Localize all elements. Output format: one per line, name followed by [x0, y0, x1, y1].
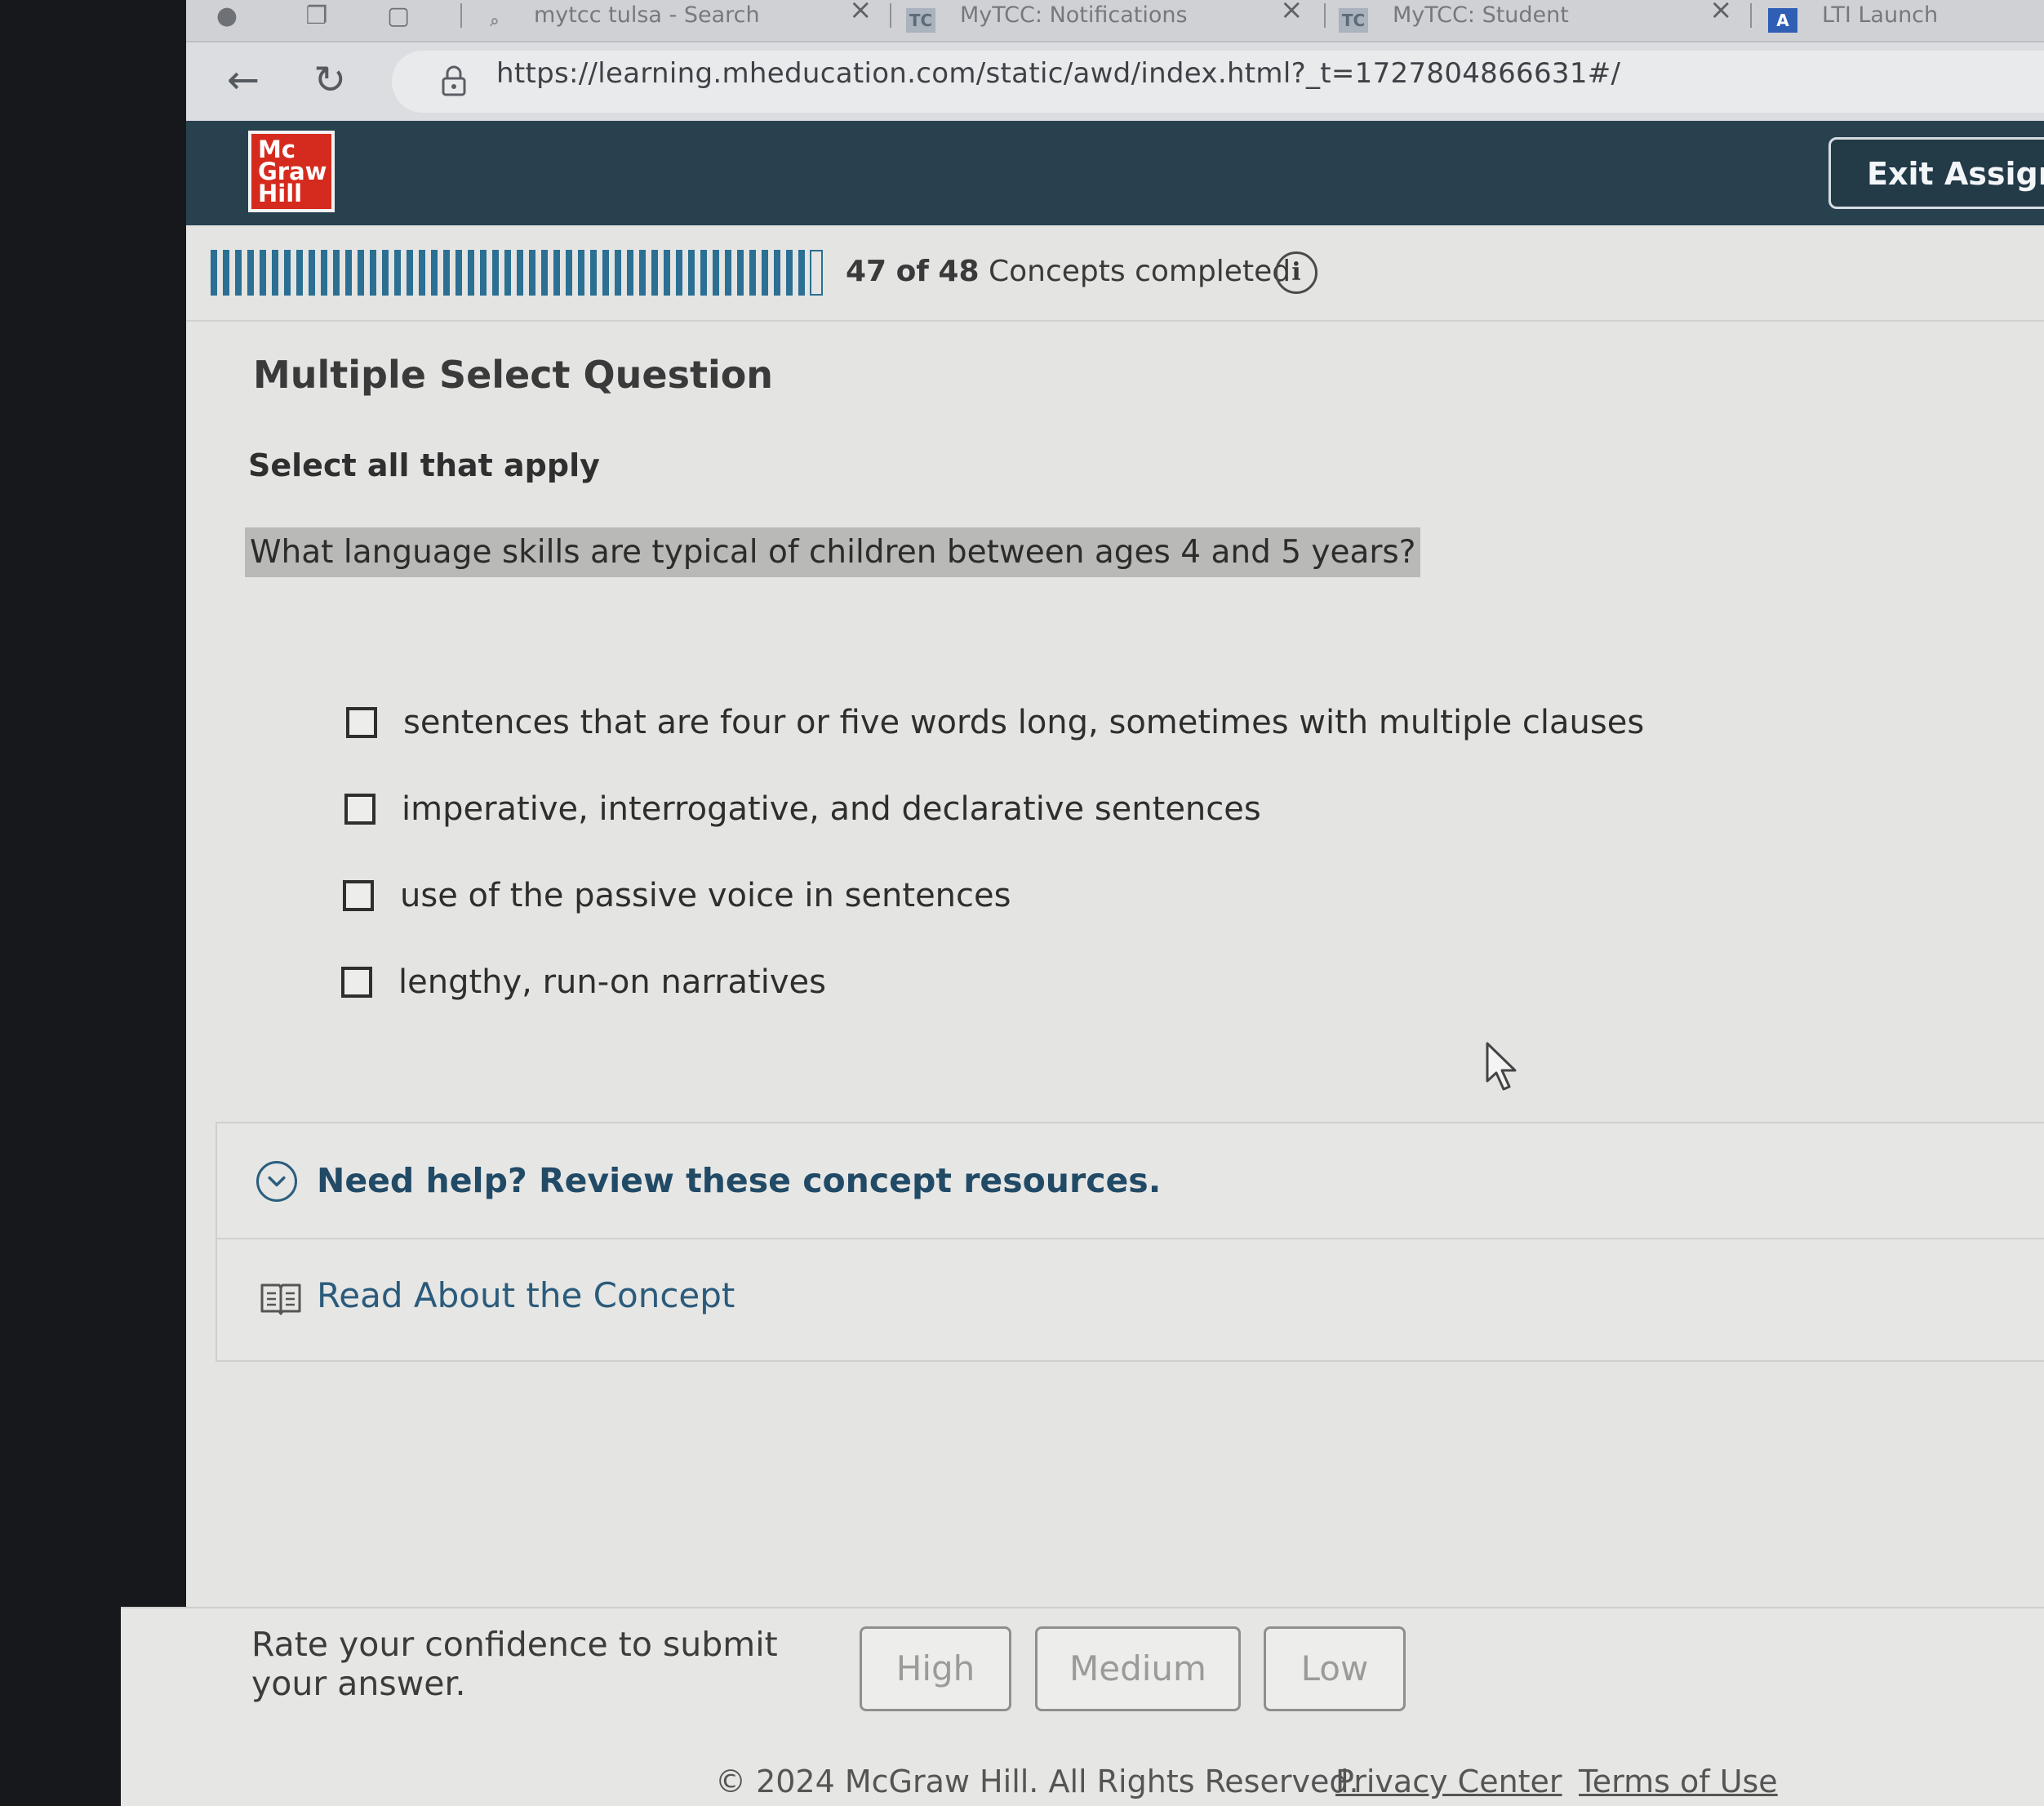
chevron-down-icon[interactable]	[256, 1161, 297, 1202]
mouse-cursor-icon	[1486, 1042, 1517, 1091]
tab-strip: ● ❐ ▢ ⌕ mytcc tulsa - Search × TC MyTCC:…	[186, 0, 2044, 42]
main-content: 47 of 48 Concepts completed i Multiple S…	[121, 225, 2044, 1806]
help-resources-panel: Need help? Review these concept resource…	[216, 1122, 2044, 1362]
app-header: Mc Graw Hill Exit Assignment	[186, 121, 2044, 225]
tab-separator	[460, 3, 462, 28]
answer-option[interactable]: sentences that are four or five words lo…	[346, 704, 1644, 741]
tcc-favicon-icon: TC	[1339, 8, 1368, 33]
option-checkbox[interactable]	[341, 967, 372, 998]
collections-icon[interactable]: ❐	[300, 2, 333, 31]
question-type-heading: Multiple Select Question	[253, 353, 774, 397]
option-checkbox[interactable]	[343, 880, 374, 911]
tab-title: MyTCC: Notifications	[960, 2, 1188, 28]
tab-title: MyTCC: Student	[1393, 2, 1569, 28]
option-label[interactable]: sentences that are four or five words lo…	[403, 704, 1644, 741]
search-icon: ⌕	[490, 11, 500, 30]
total-count: 48	[938, 255, 980, 288]
logo-line: Hill	[258, 180, 303, 207]
option-checkbox[interactable]	[346, 707, 377, 738]
option-label[interactable]: imperative, interrogative, and declarati…	[402, 790, 1261, 828]
lti-favicon-icon: A	[1768, 8, 1797, 33]
progress-remaining	[810, 250, 823, 296]
tab-lti-launch[interactable]: A LTI Launch	[1768, 0, 2044, 41]
info-icon[interactable]: i	[1275, 251, 1317, 294]
help-header[interactable]: Need help? Review these concept resource…	[217, 1123, 2044, 1239]
answer-option[interactable]: lengthy, run-on narratives	[341, 963, 826, 1001]
confidence-medium-button[interactable]: Medium	[1035, 1626, 1241, 1711]
close-icon[interactable]: ×	[849, 0, 873, 26]
read-about-concept-link[interactable]: Read About the Concept	[317, 1275, 735, 1315]
back-arrow-icon[interactable]: ←	[219, 56, 268, 105]
tab-title: mytcc tulsa - Search	[534, 2, 760, 28]
option-checkbox[interactable]	[344, 794, 375, 825]
refresh-icon[interactable]: ↻	[305, 56, 354, 105]
url-text[interactable]: https://learning.mheducation.com/static/…	[496, 57, 1620, 90]
book-icon	[260, 1283, 301, 1315]
lock-icon[interactable]	[436, 64, 472, 100]
tcc-favicon-icon: TC	[906, 8, 935, 33]
completed-count: 47	[846, 255, 887, 288]
browser-chrome: ● ❐ ▢ ⌕ mytcc tulsa - Search × TC MyTCC:…	[186, 0, 2044, 121]
progress-suffix: Concepts completed	[988, 255, 1291, 288]
confidence-label: Rate your confidence to submit your answ…	[251, 1625, 778, 1703]
privacy-center-link[interactable]: Privacy Center	[1335, 1764, 1562, 1799]
exit-assignment-button[interactable]: Exit Assignment	[1828, 137, 2044, 209]
progress-row: 47 of 48 Concepts completed i	[186, 225, 2044, 322]
progress-text: 47 of 48 Concepts completed	[846, 255, 1291, 288]
tab-separator	[890, 3, 891, 28]
mcgraw-hill-logo: Mc Graw Hill	[248, 131, 335, 212]
option-label[interactable]: lengthy, run-on narratives	[398, 963, 826, 1001]
tab-separator	[1750, 3, 1752, 28]
copyright-text: © 2024 McGraw Hill. All Rights Reserved.	[715, 1764, 1359, 1799]
question-prompt: What language skills are typical of chil…	[245, 527, 1421, 577]
browser-toolbar: ← ↻ https://learning.mheducation.com/sta…	[186, 44, 2044, 121]
option-label[interactable]: use of the passive voice in sentences	[400, 877, 1011, 914]
tab-actions-icon[interactable]: ▢	[382, 2, 415, 31]
close-icon[interactable]: ×	[1280, 0, 1304, 26]
tab-separator	[1324, 3, 1326, 28]
answer-option[interactable]: use of the passive voice in sentences	[343, 877, 1011, 914]
tab-title: LTI Launch	[1822, 2, 1939, 28]
close-icon[interactable]: ×	[1709, 0, 1733, 26]
terms-of-use-link[interactable]: Terms of Use	[1579, 1764, 1778, 1799]
instruction-text: Select all that apply	[248, 447, 600, 483]
answer-option[interactable]: imperative, interrogative, and declarati…	[344, 790, 1261, 828]
progress-bar	[211, 250, 823, 296]
confidence-high-button[interactable]: High	[860, 1626, 1011, 1711]
of-text: of	[895, 255, 929, 288]
help-title[interactable]: Need help? Review these concept resource…	[317, 1161, 1161, 1200]
tab-notifications[interactable]: TC MyTCC: Notifications	[906, 0, 1314, 41]
confidence-low-button[interactable]: Low	[1264, 1626, 1406, 1711]
profile-icon[interactable]: ●	[211, 2, 243, 31]
tab-student[interactable]: TC MyTCC: Student	[1339, 0, 1747, 41]
